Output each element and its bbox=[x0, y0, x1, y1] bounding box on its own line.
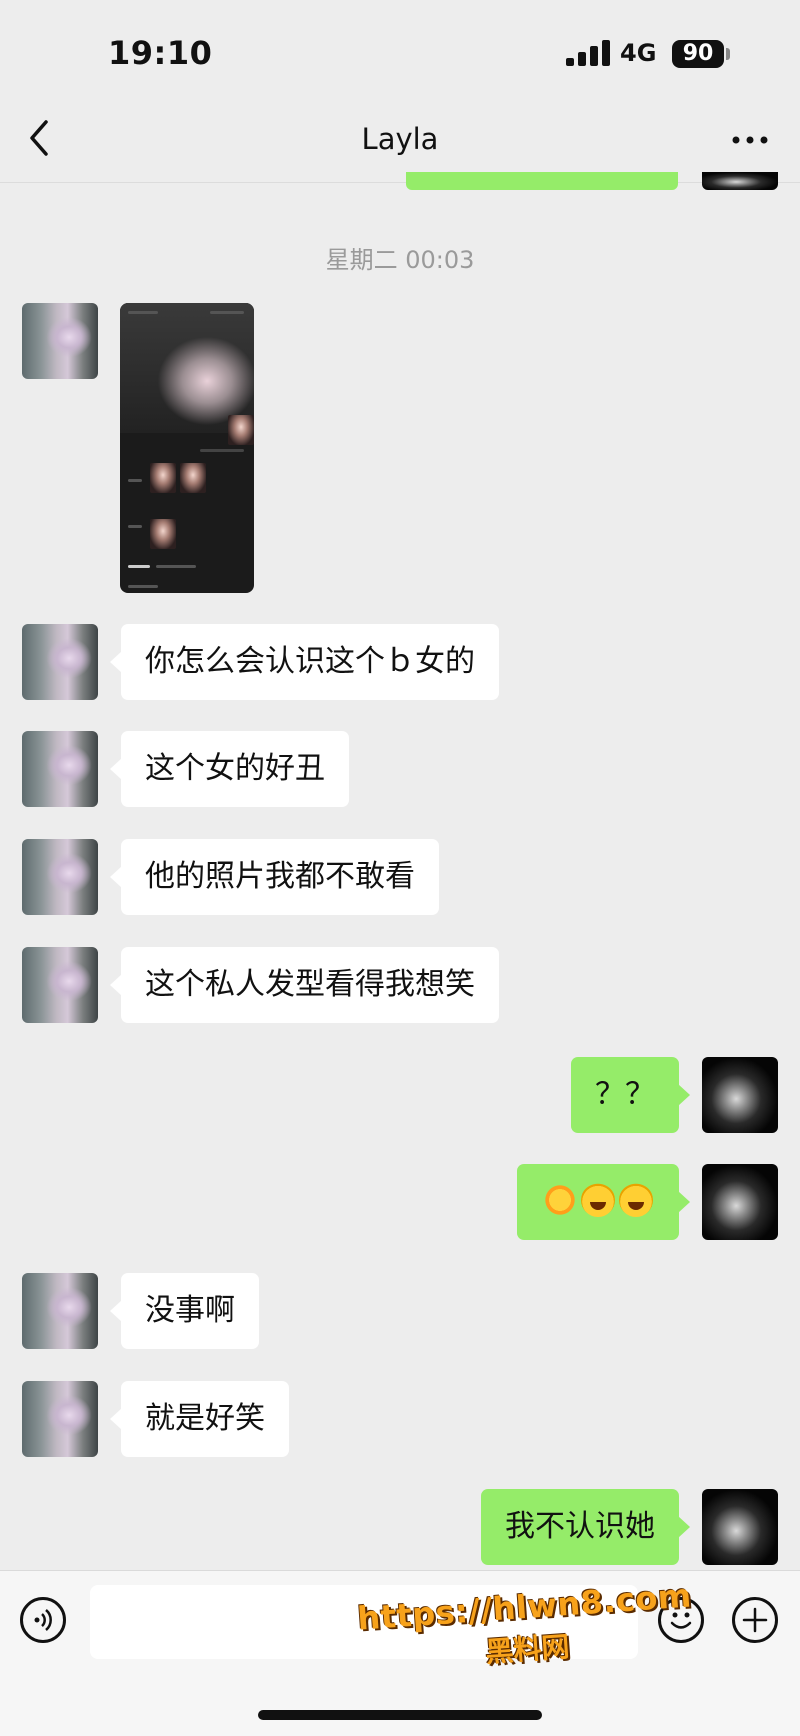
battery-tip bbox=[726, 48, 730, 60]
previous-avatar[interactable] bbox=[702, 172, 778, 190]
incoming-message[interactable]: 他的照片我都不敢看 bbox=[110, 839, 439, 915]
chat-header: Layla bbox=[0, 100, 800, 183]
contact-avatar[interactable] bbox=[22, 731, 98, 807]
incoming-message[interactable]: 你怎么会认识这个ｂ女的 bbox=[110, 624, 499, 700]
my-avatar[interactable] bbox=[702, 1164, 778, 1240]
voice-icon bbox=[34, 1609, 52, 1631]
outgoing-emoji-message[interactable] bbox=[517, 1164, 690, 1240]
image-content bbox=[120, 303, 254, 433]
voice-input-button[interactable] bbox=[20, 1597, 66, 1643]
contact-avatar[interactable] bbox=[22, 1381, 98, 1457]
status-bar: 19:10 4G 90 bbox=[0, 0, 800, 100]
outgoing-message[interactable]: ？？ bbox=[571, 1057, 690, 1133]
contact-avatar[interactable] bbox=[22, 947, 98, 1023]
contact-avatar[interactable] bbox=[22, 1273, 98, 1349]
home-indicator bbox=[258, 1710, 542, 1720]
sun-emoji-icon bbox=[543, 1182, 577, 1217]
network-type: 4G bbox=[620, 39, 657, 67]
incoming-message[interactable]: 这个私人发型看得我想笑 bbox=[110, 947, 499, 1023]
chat-title: Layla bbox=[361, 122, 439, 156]
status-time: 19:10 bbox=[108, 34, 213, 72]
previous-message-bubble[interactable] bbox=[406, 172, 678, 190]
incoming-message[interactable]: 这个女的好丑 bbox=[110, 731, 349, 807]
laughing-emoji-icon bbox=[581, 1182, 615, 1217]
my-avatar[interactable] bbox=[702, 1057, 778, 1133]
contact-avatar[interactable] bbox=[22, 839, 98, 915]
contact-avatar[interactable] bbox=[22, 303, 98, 379]
image-message[interactable] bbox=[120, 303, 254, 593]
plus-icon bbox=[742, 1607, 768, 1633]
outgoing-message[interactable]: 我不认识她 bbox=[481, 1489, 690, 1565]
my-avatar[interactable] bbox=[702, 1489, 778, 1565]
battery-icon: 90 bbox=[672, 40, 724, 68]
laughing-emoji-icon bbox=[619, 1182, 653, 1217]
contact-avatar[interactable] bbox=[22, 624, 98, 700]
incoming-message[interactable]: 没事啊 bbox=[110, 1273, 259, 1349]
incoming-message[interactable]: 就是好笑 bbox=[110, 1381, 289, 1457]
signal-icon bbox=[566, 40, 610, 66]
message-timestamp: 星期二 00:03 bbox=[325, 246, 475, 274]
more-icon[interactable] bbox=[728, 120, 772, 160]
plus-button[interactable] bbox=[732, 1597, 778, 1643]
